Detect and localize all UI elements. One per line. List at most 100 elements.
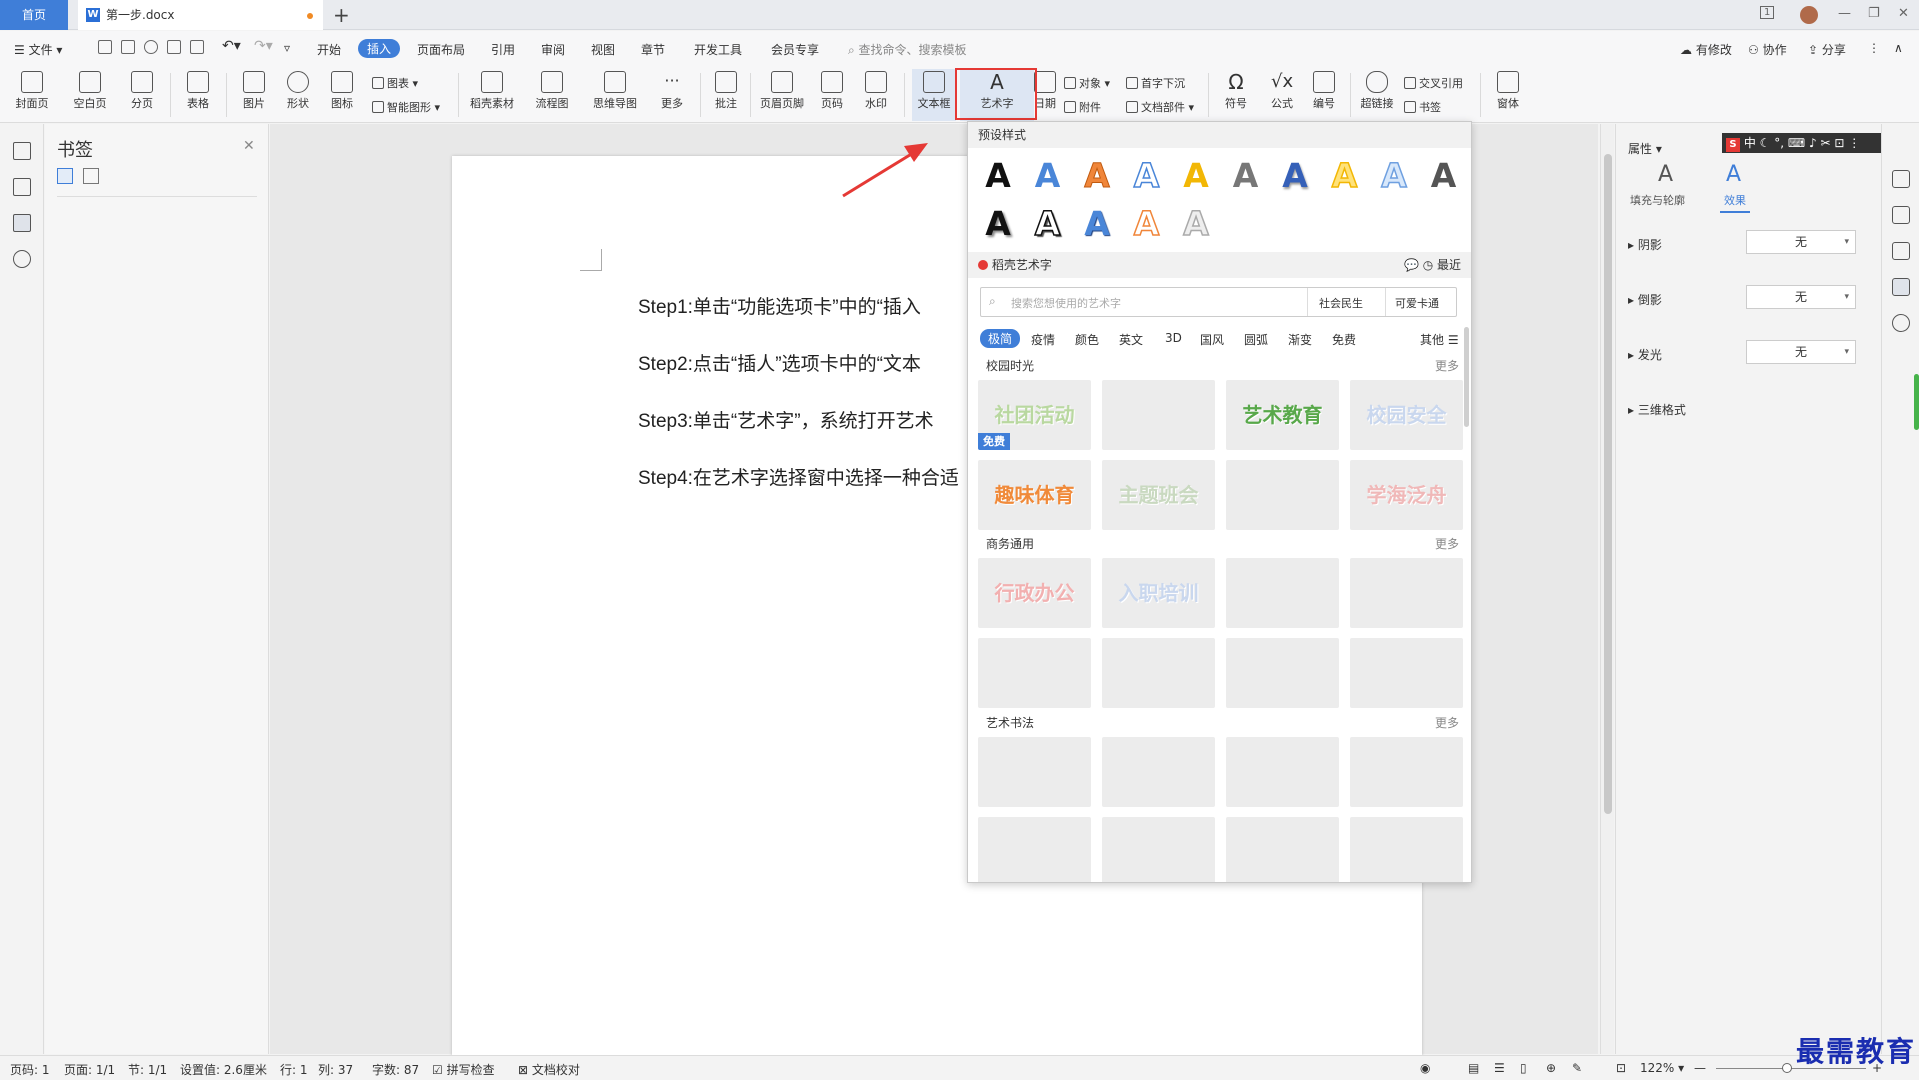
tab-start[interactable]: 开始 (317, 41, 341, 58)
print-icon[interactable] (167, 40, 181, 54)
section-business-more[interactable]: 更多 (1435, 535, 1459, 552)
preset-style-8[interactable]: A (1327, 155, 1363, 196)
category-free[interactable]: 免费 (1332, 331, 1356, 348)
3d-format-row[interactable]: ▸ 三维格式 (1628, 401, 1686, 418)
command-search[interactable]: ⌕ 查找命令、搜索模板 (848, 41, 967, 58)
web-view-icon[interactable]: ⊕ (1546, 1061, 1556, 1075)
flowchart-button[interactable]: 流程图 (528, 69, 576, 121)
save-icon[interactable] (121, 40, 135, 54)
wordart-tile[interactable] (1102, 380, 1215, 450)
category-color[interactable]: 颜色 (1075, 331, 1099, 348)
daoke-material-button[interactable]: 稻壳素材 (466, 69, 518, 121)
picture-button[interactable]: 图片 (234, 69, 274, 121)
tab-section[interactable]: 章节 (641, 41, 665, 58)
shadow-dropdown[interactable]: 无 (1746, 230, 1856, 254)
wordart-tile[interactable] (978, 638, 1091, 708)
redo-icon[interactable]: ↷▾ (254, 38, 273, 54)
preset-style-4[interactable]: A (1129, 155, 1165, 196)
wordart-tile[interactable]: 趣味体育 (978, 460, 1091, 530)
chapter-icon[interactable] (13, 178, 31, 196)
page-view-icon[interactable]: ▤ (1468, 1061, 1479, 1075)
category-arc[interactable]: 圆弧 (1244, 331, 1268, 348)
blank-page-button[interactable]: 空白页 (68, 69, 112, 121)
status-word-count[interactable]: 字数: 87 (372, 1061, 419, 1078)
object-button[interactable]: 对象 ▾ (1064, 75, 1110, 91)
wordart-tile[interactable] (978, 737, 1091, 807)
step-4-text[interactable]: Step4:在艺术字选择窗中选择一种合适 (638, 463, 959, 490)
page-indicator-icon[interactable]: 1 (1760, 6, 1775, 19)
menu-file[interactable]: ☰ 文件 ▾ (14, 41, 62, 58)
write-view-icon[interactable]: ✎ (1572, 1061, 1582, 1075)
tab-insert[interactable]: 插入 (358, 39, 401, 58)
fill-outline-icon[interactable]: A (1658, 162, 1673, 187)
header-footer-button[interactable]: 页眉页脚 (756, 69, 808, 121)
recent-button[interactable]: 💬 ◷ 最近 (1404, 252, 1461, 278)
dropcap-button[interactable]: 首字下沉 (1126, 75, 1185, 91)
new-tab-button[interactable]: + (333, 3, 350, 27)
doc-proofread-button[interactable]: ⊠ 文档校对 (518, 1061, 580, 1078)
avatar[interactable] (1800, 6, 1818, 24)
cover-page-button[interactable]: 封面页 (10, 69, 54, 121)
page-break-button[interactable]: 分页 (122, 69, 162, 121)
formula-button[interactable]: √x 公式 (1262, 69, 1302, 121)
wordart-tile[interactable] (1350, 638, 1463, 708)
zoom-out-icon[interactable]: — (1694, 1061, 1706, 1075)
preset-style-5[interactable]: A (1178, 156, 1214, 196)
tab-developer[interactable]: 开发工具 (694, 41, 742, 58)
wordart-tile[interactable] (1350, 558, 1463, 628)
dropdown-scrollbar-thumb[interactable] (1464, 327, 1469, 427)
step-3-text[interactable]: Step3:单击“艺术字”，系统打开艺术 (638, 406, 934, 433)
wordart-tile[interactable] (1226, 737, 1339, 807)
spell-check-button[interactable]: ☑ 拼写检查 (432, 1061, 495, 1078)
property-header[interactable]: 属性 ▾ (1628, 140, 1662, 157)
outline-view-icon[interactable]: ☰ (1494, 1061, 1505, 1075)
effect-icon[interactable]: A (1726, 162, 1741, 187)
bookmark-button[interactable]: 书签 (1404, 99, 1441, 115)
tab-view[interactable]: 视图 (591, 41, 615, 58)
tab-fill-outline[interactable]: 填充与轮廓 (1630, 192, 1685, 208)
docparts-button[interactable]: 文档部件 ▾ (1126, 99, 1194, 115)
undo-icon[interactable]: ↶▾ (222, 38, 241, 54)
wordart-tile[interactable]: 学海泛舟 (1350, 460, 1463, 530)
category-minimal[interactable]: 极简 (980, 329, 1021, 348)
preset-style-7[interactable]: A (1277, 156, 1313, 196)
wordart-tile[interactable]: 入职培训 (1102, 558, 1215, 628)
section-calligraphy-more[interactable]: 更多 (1435, 714, 1459, 731)
wordart-tile[interactable]: 艺术教育 (1226, 380, 1339, 450)
wordart-search-input[interactable]: ⌕ 搜索您想使用的艺术字 社会民生 可爱卡通 (980, 287, 1457, 317)
smart-art-button[interactable]: 智能图形 ▾ (372, 99, 440, 115)
help-icon[interactable] (1892, 314, 1910, 332)
tag-cartoon[interactable]: 可爱卡通 (1395, 295, 1439, 311)
attachment-button[interactable]: 附件 (1064, 99, 1101, 115)
new-doc-icon[interactable] (98, 40, 112, 54)
preset-style-6[interactable]: A (1228, 156, 1264, 196)
hyperlink-button[interactable]: 超链接 (1356, 69, 1398, 121)
step-2-text[interactable]: Step2:点击“插人”选项卡中的“文本 (638, 349, 921, 376)
watermark-button[interactable]: 水印 (856, 69, 896, 121)
wordart-tile[interactable]: 行政办公 (978, 558, 1091, 628)
table-button[interactable]: 表格 (178, 69, 218, 121)
pen-icon[interactable] (1892, 206, 1910, 224)
vertical-scrollbar[interactable] (1600, 124, 1614, 1054)
preset-style-11[interactable]: A (980, 204, 1016, 244)
preset-style-10[interactable]: A (1426, 156, 1462, 196)
more-menu-icon[interactable]: ⋮ (1868, 41, 1880, 55)
shadow-row[interactable]: ▸ 阴影 (1628, 236, 1662, 253)
mindmap-button[interactable]: 思维导图 (586, 69, 644, 121)
customize-icon[interactable]: ▿ (284, 41, 290, 55)
preset-style-12[interactable]: A (1030, 203, 1066, 244)
outline-icon[interactable] (13, 142, 31, 160)
preset-style-14[interactable]: A (1129, 203, 1165, 244)
read-view-icon[interactable]: ▯ (1520, 1061, 1527, 1075)
collapse-ribbon-icon[interactable]: ∧ (1894, 41, 1903, 55)
preset-style-3[interactable]: A (1079, 156, 1115, 196)
tab-effect[interactable]: 效果 (1720, 192, 1750, 213)
wordart-tile[interactable] (1226, 558, 1339, 628)
wordart-tile[interactable]: 主题班会 (1102, 460, 1215, 530)
category-chinese-style[interactable]: 国风 (1200, 331, 1224, 348)
close-icon[interactable]: ✕ (1898, 6, 1909, 21)
wordart-tile[interactable] (1102, 737, 1215, 807)
glow-row[interactable]: ▸ 发光 (1628, 346, 1662, 363)
print-preview-icon[interactable] (190, 40, 204, 54)
wordart-tile[interactable]: 社团活动 免费 (978, 380, 1091, 450)
